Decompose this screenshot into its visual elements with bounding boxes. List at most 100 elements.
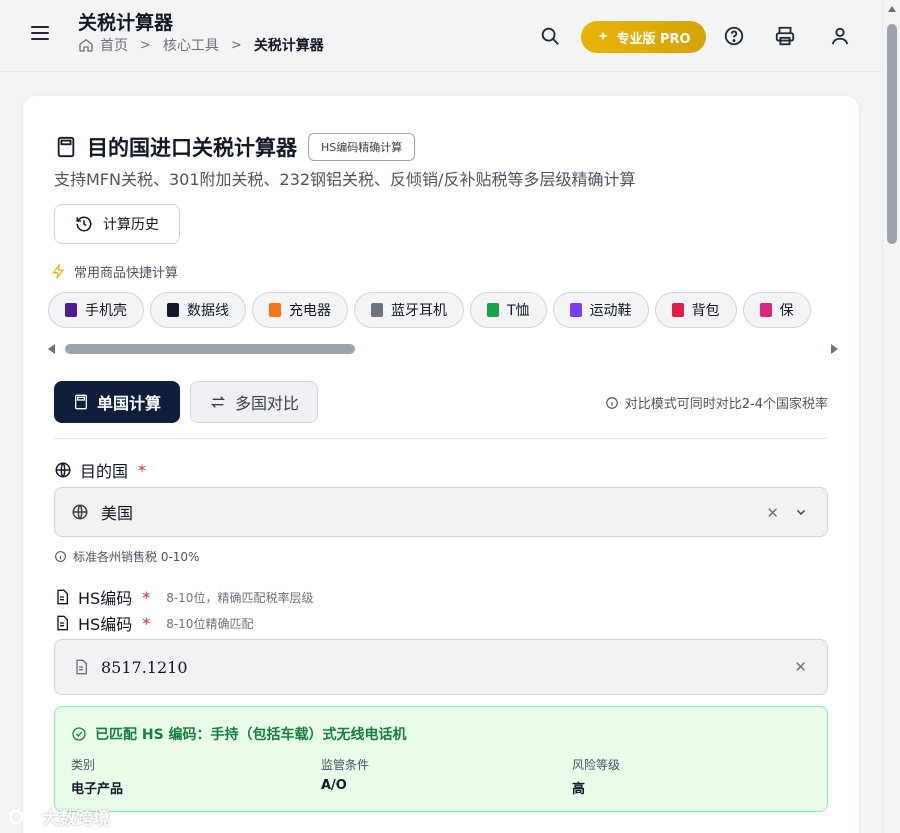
regulatory-key: 监管条件: [321, 758, 370, 772]
destination-label-text: 目的国: [80, 462, 129, 481]
quick-item-chip[interactable]: T恤: [470, 292, 547, 328]
required-mark: *: [142, 587, 151, 607]
calculator-icon: [57, 136, 75, 158]
hs-code-label: HS编码 * 8-10位，精确匹配税率层级: [54, 585, 313, 609]
headphones-icon: [371, 303, 383, 317]
hs-code-hint: 8-10位精确匹配: [166, 616, 254, 631]
destination-label: 目的国 *: [54, 458, 146, 482]
breadcrumb-core-tools[interactable]: 核心工具: [163, 35, 219, 55]
sparkle-icon: [598, 31, 609, 41]
calc-history-button[interactable]: 计算历史: [54, 204, 180, 244]
quick-item-label: 手机壳: [85, 303, 127, 319]
history-icon: [76, 216, 92, 232]
hs-code-label-text: HS编码: [78, 615, 133, 634]
divider: [54, 438, 828, 439]
risk-key: 风险等级: [572, 758, 621, 772]
destination-select[interactable]: 美国 ✕: [54, 487, 828, 537]
swap-arrows-icon: [211, 396, 225, 408]
quick-item-label: 运动鞋: [589, 303, 632, 319]
quick-item-label: 数据线: [187, 303, 229, 319]
tab-multi-country[interactable]: 多国对比: [190, 381, 318, 423]
scroll-right-arrow-icon[interactable]: [831, 344, 838, 354]
pro-label: 专业版 PRO: [616, 31, 691, 47]
bottle-icon: [759, 303, 772, 317]
clear-destination-icon[interactable]: ✕: [766, 504, 779, 522]
tab-single-country[interactable]: 单国计算: [54, 381, 180, 423]
sales-tax-note-text: 标准各州销售税 0-10%: [73, 550, 200, 564]
watermark-logo-icon: [9, 809, 33, 824]
tab-multi-label: 多国对比: [234, 394, 299, 413]
quick-item-label: T恤: [507, 303, 530, 319]
app-title: 关税计算器: [78, 12, 174, 34]
quick-calc-label: 常用商品快捷计算: [51, 262, 178, 281]
hs-code-label-text: HS编码: [78, 589, 133, 608]
match-regulatory: 监管条件 A/O: [321, 756, 369, 793]
scrollbar-thumb[interactable]: [887, 24, 897, 244]
chevron-down-icon[interactable]: [795, 506, 807, 518]
hs-match-result: 已匹配 HS 编码：手持（包括车载）式无线电话机 类别 电子产品 监管条件 A/…: [54, 706, 828, 812]
calculator-card: 目的国进口关税计算器 HS编码精确计算 支持MFN关税、301附加关税、232钢…: [22, 95, 860, 833]
hs-code-input[interactable]: [101, 657, 701, 677]
match-title: 已匹配 HS 编码：手持（包括车载）式无线电话机: [71, 724, 407, 744]
check-circle-icon: [72, 727, 86, 741]
category-value: 电子产品: [71, 782, 124, 797]
tshirt-icon: [487, 303, 499, 317]
breadcrumb: 首页 > 核心工具 > 关税计算器: [78, 35, 324, 55]
scroll-left-arrow-icon[interactable]: [48, 344, 55, 354]
sales-tax-note: 标准各州销售税 0-10%: [54, 548, 199, 565]
quick-item-chip[interactable]: 数据线: [150, 292, 246, 328]
quick-items-scrollbar[interactable]: [48, 342, 838, 356]
menu-icon[interactable]: [31, 26, 49, 44]
quick-item-label: 充电器: [289, 303, 331, 319]
clear-hs-code-icon[interactable]: ✕: [794, 658, 807, 676]
calculator-icon: [74, 394, 87, 410]
breadcrumb-home[interactable]: 首页: [100, 35, 128, 55]
calculator-subtitle: 支持MFN关税、301附加关税、232钢铝关税、反倾销/反补贴税等多层级精确计算: [54, 170, 636, 189]
sneaker-icon: [569, 303, 582, 317]
quick-item-chip[interactable]: 保: [742, 292, 811, 328]
match-risk: 风险等级 高: [572, 756, 620, 797]
quick-item-label: 背包: [691, 303, 720, 319]
required-mark: *: [138, 460, 147, 480]
quick-item-chip[interactable]: 蓝牙耳机: [354, 292, 464, 328]
destination-value: 美国: [101, 504, 134, 523]
user-icon[interactable]: [829, 25, 851, 47]
breadcrumb-current: 关税计算器: [253, 38, 324, 54]
compare-hint: 对比模式可同时对比2-4个国家税率: [605, 393, 828, 412]
quick-item-chip[interactable]: 手机壳: [48, 292, 144, 328]
globe-icon: [55, 462, 71, 478]
horizontal-scroll-thumb[interactable]: [65, 344, 355, 354]
document-icon: [57, 589, 68, 605]
tab-single-label: 单国计算: [96, 394, 161, 413]
bolt-icon: [269, 303, 281, 317]
required-mark: *: [142, 613, 151, 633]
calc-title-row: 目的国进口关税计算器 HS编码精确计算: [55, 132, 416, 162]
hs-code-field[interactable]: ✕: [54, 639, 828, 695]
quick-item-chip[interactable]: 充电器: [252, 292, 348, 328]
hs-code-hint: 8-10位，精确匹配税率层级: [166, 590, 314, 605]
history-label: 计算历史: [103, 217, 159, 233]
top-header: 关税计算器 首页 > 核心工具 > 关税计算器 专业版 PRO: [0, 0, 882, 72]
quick-label-text: 常用商品快捷计算: [74, 266, 179, 281]
quick-item-chip[interactable]: 背包: [654, 292, 737, 328]
lightning-icon: [52, 264, 65, 279]
globe-icon: [72, 504, 88, 520]
hs-precision-tag: HS编码精确计算: [308, 133, 416, 161]
info-icon: [605, 396, 618, 409]
hs-code-label-secondary: HS编码 * 8-10位精确匹配: [54, 611, 253, 635]
category-key: 类别: [71, 758, 96, 772]
scroll-up-arrow-icon[interactable]: [888, 6, 896, 12]
help-icon[interactable]: [723, 25, 745, 47]
quick-item-chip[interactable]: 运动鞋: [552, 292, 649, 328]
search-icon[interactable]: [539, 25, 561, 47]
page-scrollbar[interactable]: [882, 0, 900, 833]
match-title-text: 已匹配 HS 编码：手持（包括车载）式无线电话机: [95, 727, 407, 743]
pro-upgrade-button[interactable]: 专业版 PRO: [581, 21, 706, 53]
phone-case-icon: [65, 303, 77, 317]
home-icon[interactable]: [78, 37, 94, 53]
compare-hint-text: 对比模式可同时对比2-4个国家税率: [624, 397, 828, 412]
document-icon: [57, 615, 68, 631]
quick-items-list: 手机壳 数据线 充电器 蓝牙耳机 T恤 运动鞋 背包 保: [48, 292, 840, 330]
print-icon[interactable]: [774, 25, 796, 47]
watermark: 大数跨境: [8, 804, 110, 829]
